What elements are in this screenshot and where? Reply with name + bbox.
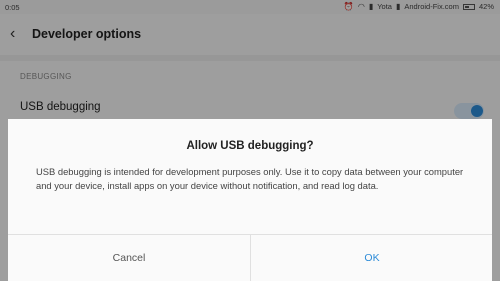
ok-button[interactable]: OK: [250, 235, 493, 281]
dialog-message: USB debugging is intended for developmen…: [36, 166, 464, 191]
usb-debugging-dialog: Allow USB debugging? USB debugging is in…: [8, 119, 492, 281]
dialog-title: Allow USB debugging?: [186, 140, 314, 152]
cancel-button[interactable]: Cancel: [8, 235, 250, 281]
